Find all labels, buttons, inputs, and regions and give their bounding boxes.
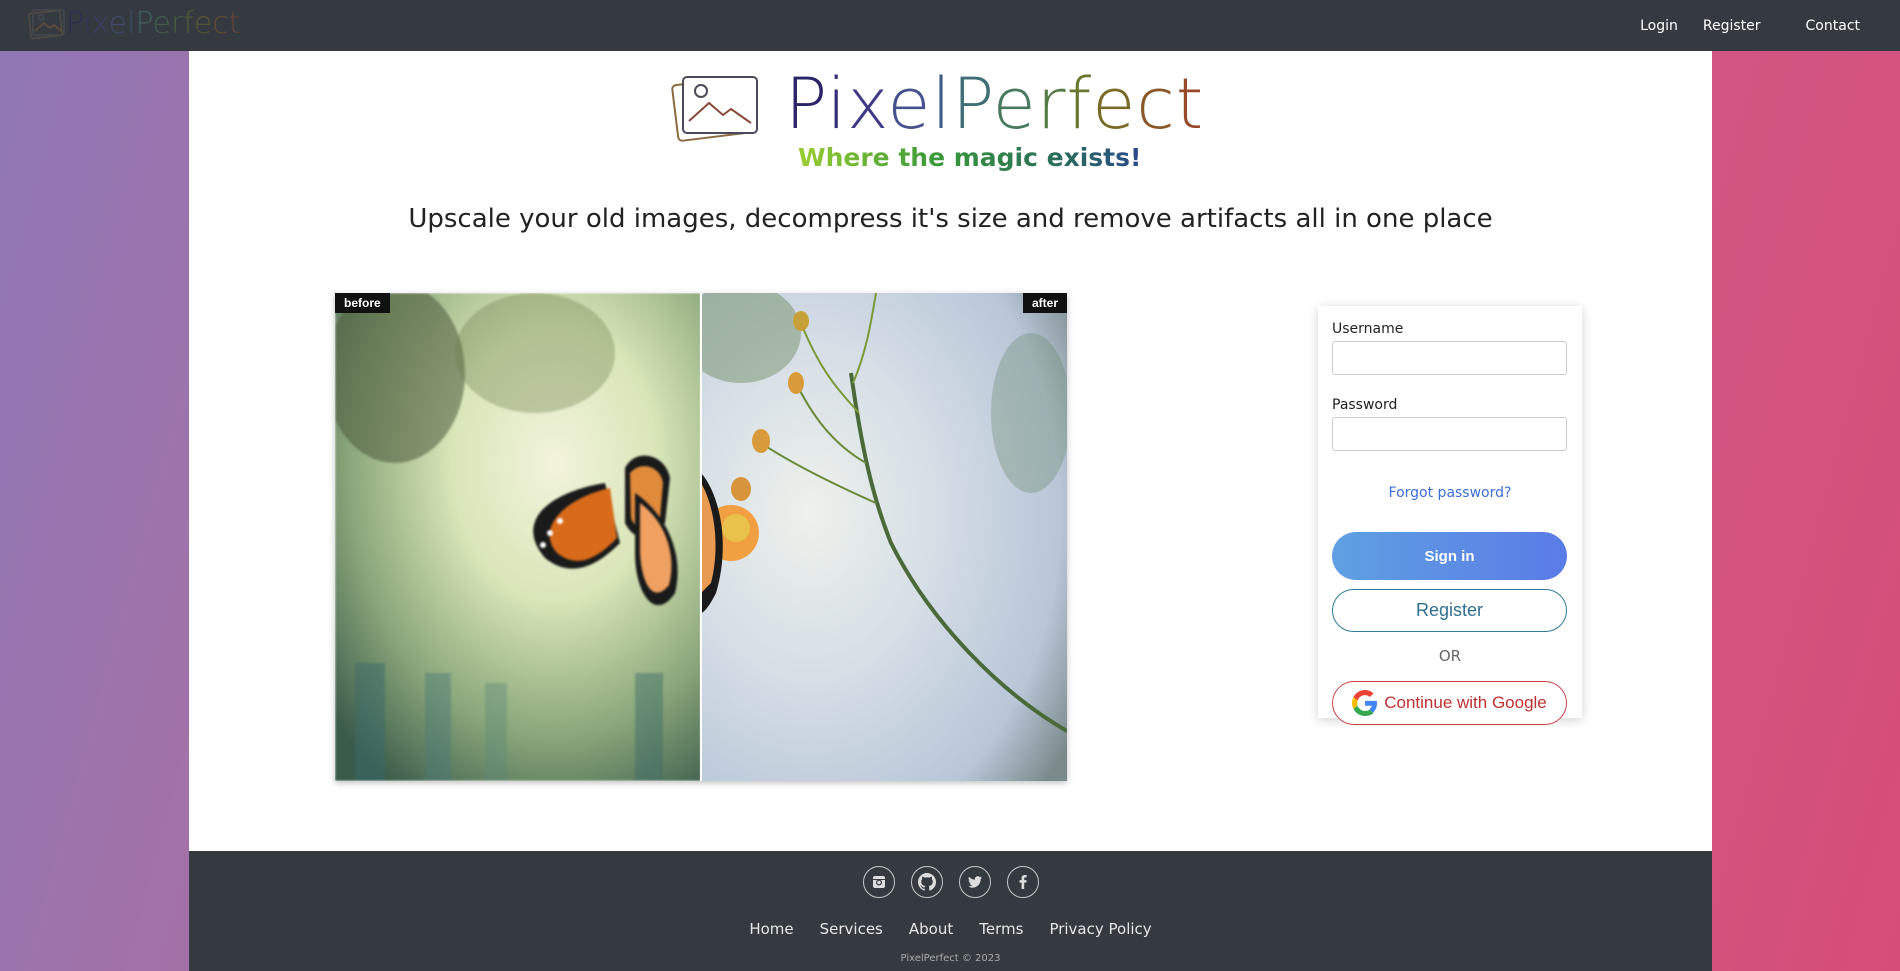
facebook-icon[interactable] (1006, 866, 1039, 898)
instagram-icon[interactable] (862, 866, 895, 898)
nav-register-link[interactable]: Register (1703, 18, 1761, 34)
navbar-links: Login Register Contact (1615, 0, 1860, 51)
navbar-brand-text: PixelPerfect (66, 6, 241, 41)
nav-login-link[interactable]: Login (1640, 18, 1678, 34)
password-input[interactable] (1332, 417, 1567, 451)
register-button[interactable]: Register (1332, 589, 1567, 632)
hero-logo-text: PixelPerfect (785, 63, 1205, 145)
copyright-text: PixelPerfect © 2023 (900, 953, 1001, 964)
footer-links: Home Services About Terms Privacy Policy (189, 920, 1712, 938)
before-after-slider[interactable]: before after (335, 293, 1067, 781)
logo-icon (671, 76, 758, 142)
twitter-icon[interactable] (958, 866, 991, 898)
username-label: Username (1332, 321, 1404, 337)
footer-link-privacy[interactable]: Privacy Policy (1049, 920, 1151, 938)
footer: Home Services About Terms Privacy Policy… (189, 851, 1712, 971)
before-image (335, 293, 701, 781)
footer-link-services[interactable]: Services (820, 920, 883, 938)
hero-tagline: Where the magic exists! (798, 143, 1142, 172)
footer-link-home[interactable]: Home (749, 920, 793, 938)
footer-link-terms[interactable]: Terms (979, 920, 1023, 938)
social-links (189, 866, 1712, 898)
github-icon[interactable] (910, 866, 943, 898)
before-label: before (335, 293, 390, 313)
password-label: Password (1332, 397, 1398, 413)
top-navbar: PixelPerfect Login Register Contact (0, 0, 1900, 51)
footer-link-about[interactable]: About (909, 920, 953, 938)
or-divider: OR (1438, 647, 1462, 665)
main-panel: PixelPerfect Where the magic exists! Ups… (189, 51, 1712, 851)
forgot-password-link[interactable]: Forgot password? (1318, 485, 1582, 501)
after-label: after (1022, 293, 1067, 313)
login-card: Username Password Forgot password? Sign … (1318, 306, 1582, 725)
nav-contact-link[interactable]: Contact (1806, 18, 1860, 34)
google-icon (1352, 690, 1378, 716)
compare-divider-handle[interactable] (700, 293, 702, 781)
hero-logo: PixelPerfect (671, 67, 1204, 143)
username-input[interactable] (1332, 341, 1567, 375)
logo-icon (28, 8, 65, 39)
google-signin-button[interactable]: Continue with Google (1332, 681, 1567, 725)
page-headline: Upscale your old images, decompress it's… (408, 204, 1493, 234)
google-button-label: Continue with Google (1384, 693, 1547, 712)
after-image (701, 293, 1067, 781)
sign-in-button[interactable]: Sign in (1332, 532, 1567, 580)
navbar-brand[interactable]: PixelPerfect (28, 6, 241, 41)
